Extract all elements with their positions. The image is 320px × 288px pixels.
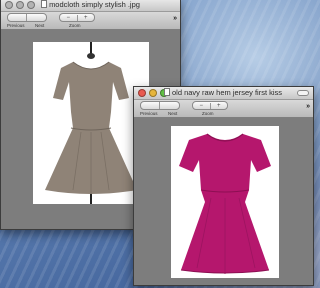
previous-next-segmented-control[interactable] — [7, 13, 47, 22]
title-bar[interactable]: modcloth simply stylish .jpg — [1, 0, 180, 12]
zoom-in-icon[interactable]: + — [211, 103, 228, 109]
document-icon — [164, 88, 170, 96]
preview-window-oldnavy[interactable]: old navy raw hem jersey first kiss Previ… — [133, 86, 314, 286]
minimize-button[interactable] — [149, 89, 157, 97]
next-label: Next — [35, 23, 45, 28]
zoom-in-icon[interactable]: + — [78, 15, 95, 21]
zoom-label: Zoom — [69, 23, 81, 28]
previous-button[interactable] — [8, 14, 27, 21]
image-viewer-area — [134, 120, 313, 285]
zoom-label: Zoom — [202, 111, 214, 116]
chevron-double-right-icon[interactable]: » — [306, 103, 310, 110]
zoom-out-icon[interactable]: − — [193, 102, 211, 109]
document-icon — [41, 0, 48, 8]
next-button[interactable] — [27, 14, 46, 21]
toolbar-toggle-button[interactable] — [297, 90, 309, 96]
dress-grey-illustration — [45, 42, 137, 204]
toolbar: Previous Next − + Zoom » — [134, 100, 313, 118]
close-button[interactable] — [138, 89, 146, 97]
zoom-segmented-control[interactable]: − + — [59, 13, 95, 22]
window-title: old navy raw hem jersey first kiss — [164, 88, 299, 97]
title-bar[interactable]: old navy raw hem jersey first kiss — [134, 87, 313, 100]
toolbar: Previous Next − + Zoom » — [1, 12, 180, 30]
next-button[interactable] — [160, 102, 179, 109]
window-title: modcloth simply stylish .jpg — [1, 0, 180, 9]
previous-next-segmented-control[interactable] — [140, 101, 180, 110]
previous-label: Previous — [7, 23, 25, 28]
next-label: Next — [168, 111, 178, 116]
dress-grey-image — [33, 42, 149, 204]
dress-magenta-illustration — [179, 133, 271, 274]
previous-label: Previous — [140, 111, 158, 116]
chevron-double-right-icon[interactable]: » — [173, 15, 177, 22]
zoom-out-icon[interactable]: − — [60, 14, 78, 21]
dress-magenta-image — [171, 126, 279, 278]
zoom-segmented-control[interactable]: − + — [192, 101, 228, 110]
previous-button[interactable] — [141, 102, 160, 109]
